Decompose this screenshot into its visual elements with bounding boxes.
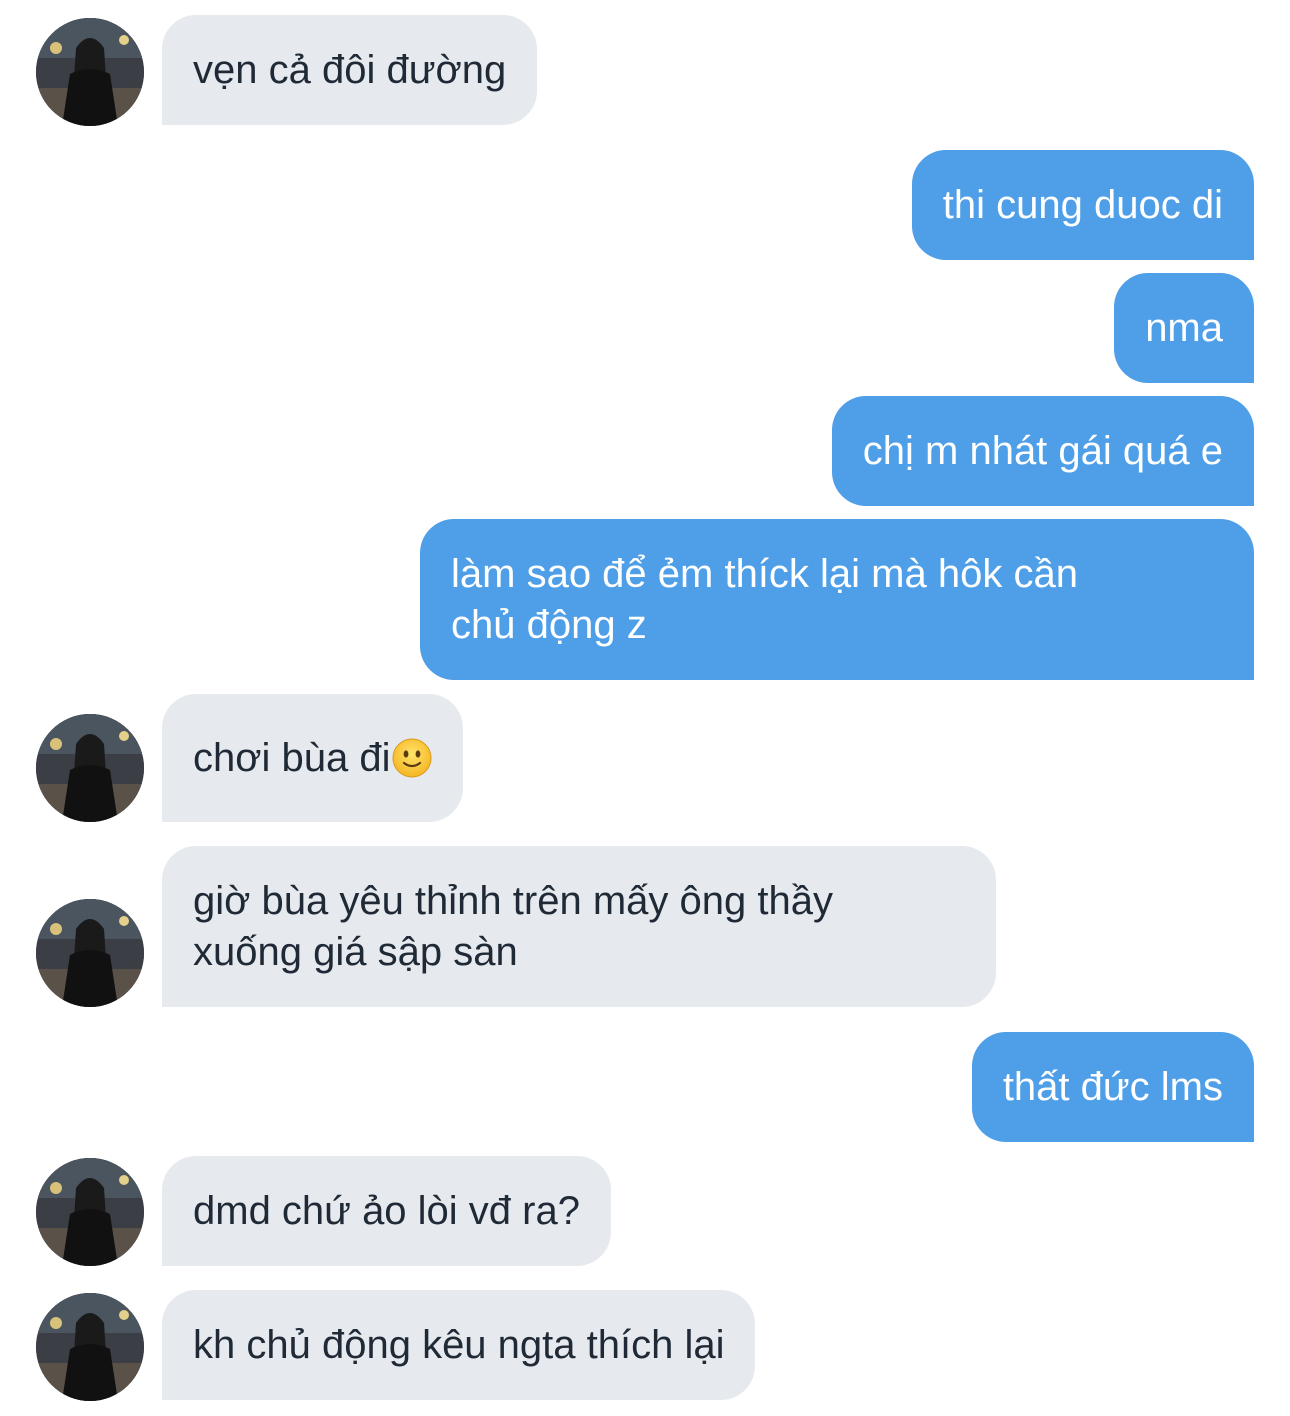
- message-bubble-outgoing[interactable]: thất đức lms: [971, 1032, 1254, 1142]
- message-bubble-outgoing[interactable]: chị m nhát gái quá e: [831, 396, 1254, 506]
- message-bubble-incoming[interactable]: chơi bùa đi: [162, 694, 464, 822]
- contact-avatar[interactable]: [36, 1158, 144, 1266]
- message-bubble-outgoing[interactable]: nma: [1114, 273, 1254, 383]
- message-text: nma: [1145, 305, 1223, 350]
- contact-avatar[interactable]: [36, 1293, 144, 1401]
- message-bubble-incoming[interactable]: kh chủ động kêu ngta thích lại: [162, 1290, 756, 1400]
- message-text: làm sao để ẻm thíck lại mà hôk cần chủ đ…: [451, 551, 1078, 647]
- message-text: vẹn cả đôi đường: [193, 47, 507, 92]
- slightly-smiling-face-icon: [392, 738, 432, 778]
- message-text: thất đức lms: [1002, 1064, 1223, 1109]
- avatar-photo-icon: [36, 1158, 144, 1266]
- message-bubble-outgoing[interactable]: làm sao để ẻm thíck lại mà hôk cần chủ đ…: [420, 519, 1254, 680]
- avatar-photo-icon: [36, 1293, 144, 1401]
- avatar-photo-icon: [36, 899, 144, 1007]
- message-text: thi cung duoc di: [942, 182, 1223, 227]
- message-bubble-outgoing[interactable]: thi cung duoc di: [911, 150, 1254, 260]
- message-text: chị m nhát gái quá e: [862, 428, 1223, 473]
- contact-avatar[interactable]: [36, 714, 144, 822]
- message-text: chơi bùa đi: [193, 735, 391, 780]
- avatar-photo-icon: [36, 18, 144, 126]
- message-text: giờ bùa yêu thỉnh trên mấy ông thầy xuốn…: [193, 878, 833, 974]
- message-bubble-incoming[interactable]: vẹn cả đôi đường: [162, 15, 538, 125]
- contact-avatar[interactable]: [36, 18, 144, 126]
- message-text: dmd chứ ảo lòi vđ ra?: [193, 1188, 580, 1233]
- message-bubble-incoming[interactable]: dmd chứ ảo lòi vđ ra?: [162, 1156, 611, 1266]
- message-text: kh chủ động kêu ngta thích lại: [193, 1322, 725, 1367]
- message-bubble-incoming[interactable]: giờ bùa yêu thỉnh trên mấy ông thầy xuốn…: [162, 846, 996, 1007]
- avatar-photo-icon: [36, 714, 144, 822]
- contact-avatar[interactable]: [36, 899, 144, 1007]
